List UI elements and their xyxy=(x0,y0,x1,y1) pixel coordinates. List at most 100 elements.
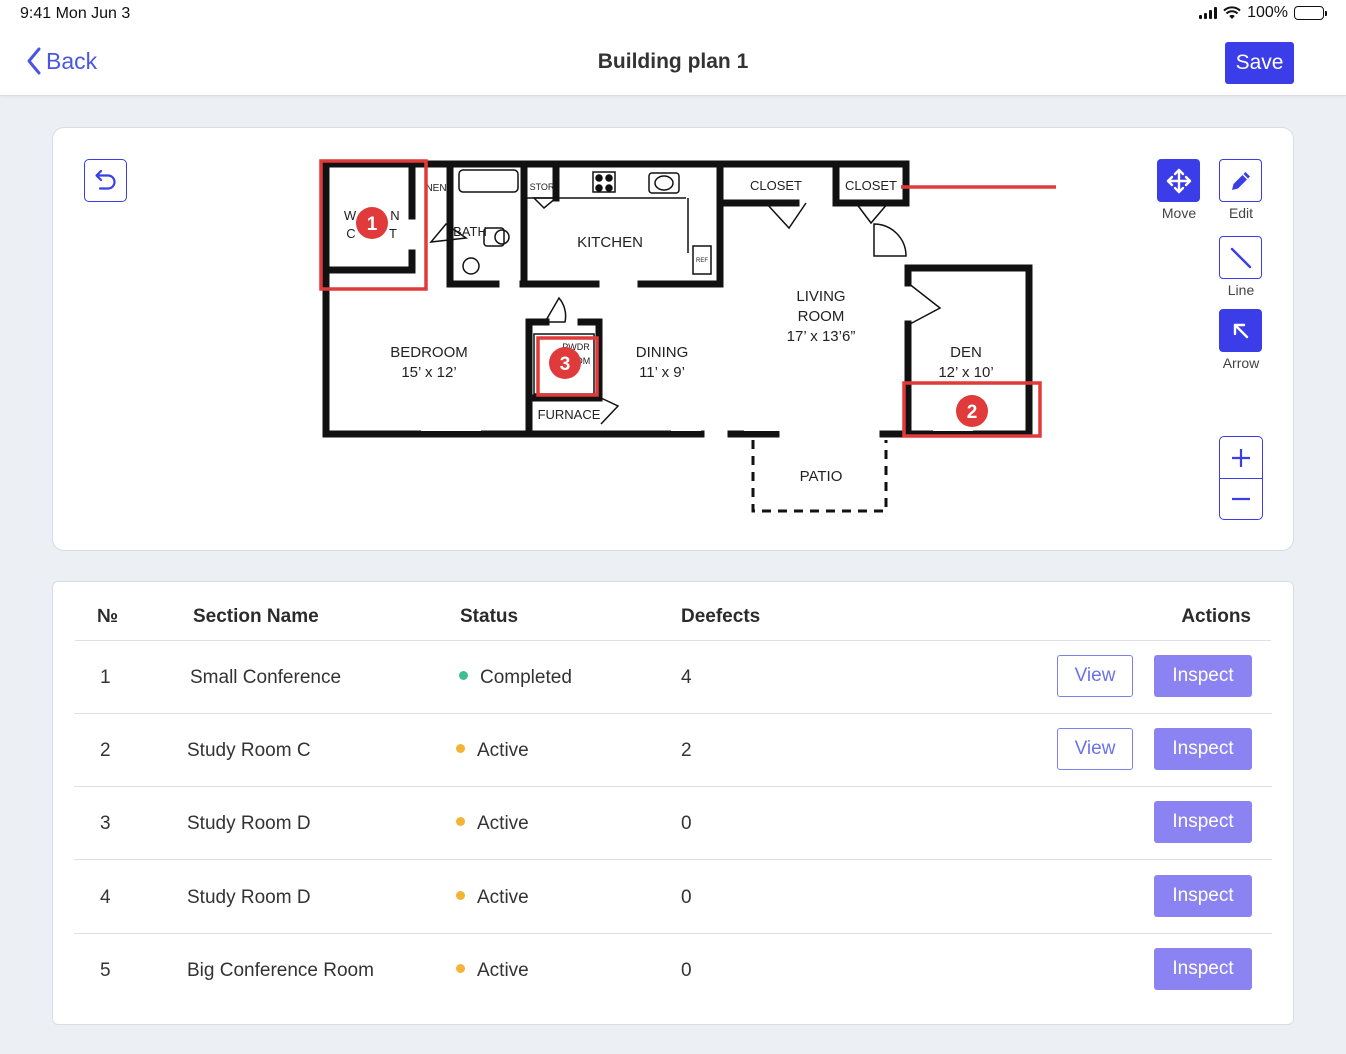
label-ref: REF xyxy=(696,258,708,264)
col-header-defects: Deefects xyxy=(681,606,761,627)
col-header-no: № xyxy=(97,606,119,627)
line-icon xyxy=(1230,247,1251,268)
row-number: 5 xyxy=(100,960,111,981)
status-dot-completed xyxy=(459,671,468,681)
arrow-label: Arrow xyxy=(1222,355,1260,371)
table-row[interactable]: 4 Study Room D Active 0 Inspect xyxy=(74,861,1272,934)
label-den-dim: 12’ x 10’ xyxy=(938,364,993,381)
wifi-icon xyxy=(1223,6,1241,19)
status-bar: 9:41 Mon Jun 3 100% xyxy=(0,0,1346,28)
edit-label: Edit xyxy=(1228,205,1254,221)
marker-3-label: 3 xyxy=(560,354,571,375)
inspect-button[interactable]: Inspect xyxy=(1154,801,1252,843)
row-status: Active xyxy=(456,887,529,909)
view-button[interactable]: View xyxy=(1057,728,1133,770)
view-button[interactable]: View xyxy=(1057,655,1133,697)
row-number: 2 xyxy=(100,740,111,761)
label-bedroom: BEDROOM xyxy=(390,344,468,361)
status-dot-active xyxy=(456,891,465,901)
edit-tool[interactable]: Edit xyxy=(1219,159,1263,221)
label-stor: STOR xyxy=(530,182,555,192)
plus-icon xyxy=(1232,448,1250,467)
row-status-text: Active xyxy=(477,740,529,761)
inspect-button[interactable]: Inspect xyxy=(1154,655,1252,697)
row-status-text: Active xyxy=(477,887,529,908)
row-status: Completed xyxy=(459,667,572,689)
col-header-actions: Actions xyxy=(1181,606,1251,627)
zoom-in-button[interactable] xyxy=(1220,437,1262,478)
arrow-tool[interactable]: Arrow xyxy=(1219,309,1263,371)
status-right: 100% xyxy=(1199,4,1327,22)
row-divider xyxy=(74,859,1272,860)
label-bedroom-dim: 15’ x 12’ xyxy=(401,364,456,381)
row-defects: 0 xyxy=(681,813,692,834)
page-title: Building plan 1 xyxy=(597,50,749,73)
label-living: LIVING xyxy=(796,288,845,305)
label-bath: BATH xyxy=(453,224,487,239)
status-dot-active xyxy=(456,817,465,827)
row-status-text: Active xyxy=(477,813,529,834)
label-walkin-w: W xyxy=(344,208,357,223)
table-row[interactable]: 5 Big Conference Room Active 0 Inspect xyxy=(74,934,1272,1007)
row-number: 4 xyxy=(100,887,111,908)
move-icon xyxy=(1166,168,1191,193)
move-label: Move xyxy=(1161,205,1197,221)
row-section-name: Study Room C xyxy=(187,740,311,761)
sections-table: № Section Name Status Deefects Actions 1… xyxy=(52,581,1294,1025)
marker-2-label: 2 xyxy=(967,402,978,423)
table-row[interactable]: 1 Small Conference Completed 4 View Insp… xyxy=(74,641,1272,714)
zoom-out-button[interactable] xyxy=(1220,478,1262,519)
row-section-name: Big Conference Room xyxy=(187,960,374,981)
undo-button[interactable] xyxy=(84,159,127,202)
status-time: 9:41 Mon Jun 3 xyxy=(20,5,131,22)
nav-bar: Back Building plan 1 Save xyxy=(0,28,1346,96)
row-status: Active xyxy=(456,813,529,835)
move-tool[interactable]: Move xyxy=(1157,159,1201,221)
row-section-name: Study Room D xyxy=(187,887,311,908)
row-defects: 0 xyxy=(681,960,692,981)
label-furnace: FURNACE xyxy=(538,407,601,422)
label-kitchen: KITCHEN xyxy=(577,234,643,251)
label-patio: PATIO xyxy=(800,468,843,485)
status-dot-active xyxy=(456,964,465,974)
col-header-name: Section Name xyxy=(193,606,319,627)
table-row[interactable]: 3 Study Room D Active 0 Inspect xyxy=(74,787,1272,860)
marker-1-label: 1 xyxy=(367,214,378,235)
label-closet-1: CLOSET xyxy=(750,178,802,193)
row-status: Active xyxy=(456,740,529,762)
line-tool[interactable]: Line xyxy=(1219,236,1263,298)
status-dot-active xyxy=(456,744,465,754)
label-walkin-n: N xyxy=(390,208,399,223)
zoom-control xyxy=(1219,436,1263,520)
inspect-button[interactable]: Inspect xyxy=(1154,728,1252,770)
row-status-text: Completed xyxy=(480,667,572,688)
save-button[interactable]: Save xyxy=(1225,42,1294,84)
row-section-name: Study Room D xyxy=(187,813,311,834)
row-status: Active xyxy=(456,960,529,982)
row-status-text: Active xyxy=(477,960,529,981)
floor-plan[interactable]: KITCHEN CLOSET CLOSET LIVING ROOM 17’ x … xyxy=(316,158,1056,518)
label-dining-dim: 11’ x 9’ xyxy=(639,364,685,381)
battery-icon xyxy=(1294,6,1327,20)
pencil-icon xyxy=(1231,171,1250,190)
line-label: Line xyxy=(1227,282,1255,298)
row-defects: 0 xyxy=(681,887,692,908)
row-section-name: Small Conference xyxy=(190,667,342,688)
plan-card: KITCHEN CLOSET CLOSET LIVING ROOM 17’ x … xyxy=(52,127,1294,551)
inspect-button[interactable]: Inspect xyxy=(1154,948,1252,990)
signal-icon xyxy=(1199,7,1218,19)
label-living-dim: 17’ x 13’6” xyxy=(787,328,856,345)
row-number: 3 xyxy=(100,813,111,834)
label-walkin-t: T xyxy=(389,226,397,241)
label-linen: NEN xyxy=(425,183,446,194)
undo-icon xyxy=(94,169,116,190)
label-den: DEN xyxy=(950,344,982,361)
table-row[interactable]: 2 Study Room C Active 2 View Inspect xyxy=(74,714,1272,787)
label-walkin-c: C xyxy=(346,226,355,241)
minus-icon xyxy=(1232,497,1250,501)
row-defects: 2 xyxy=(681,740,692,761)
row-number: 1 xyxy=(100,667,111,688)
col-header-status: Status xyxy=(460,606,519,627)
inspect-button[interactable]: Inspect xyxy=(1154,875,1252,917)
row-defects: 4 xyxy=(681,667,692,688)
